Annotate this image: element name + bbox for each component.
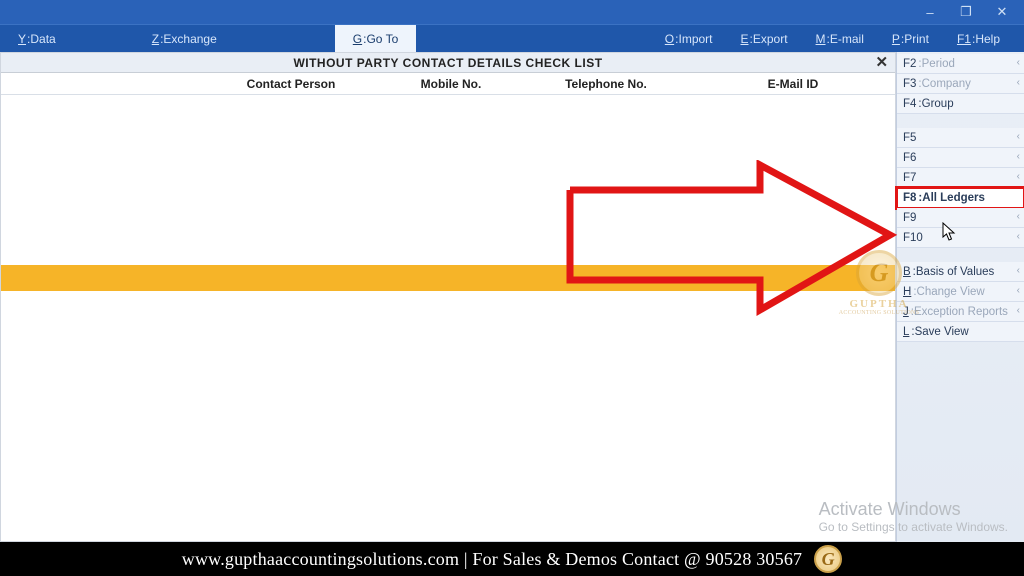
sidebar-label: Exception Reports <box>914 306 1008 318</box>
sidebar-f5[interactable]: F5 ‹ <box>897 128 1024 148</box>
fkey: F7 <box>903 172 916 184</box>
menu-key: M <box>816 32 826 46</box>
menu-import[interactable]: O: Import <box>651 25 727 52</box>
sidebar-label: Save View <box>915 326 969 338</box>
sidebar-exception-reports[interactable]: J: Exception Reports ‹ <box>897 302 1024 322</box>
sidebar-label: Company <box>922 78 971 90</box>
sidebar-save-view[interactable]: L: Save View <box>897 322 1024 342</box>
chevron-left-icon: ‹ <box>1017 57 1020 68</box>
chevron-left-icon: ‹ <box>1017 231 1020 242</box>
sidebar-f10[interactable]: F10 ‹ <box>897 228 1024 248</box>
sidebar-f2-period[interactable]: F2: Period ‹ <box>897 54 1024 74</box>
menu-key: P <box>892 32 900 46</box>
menu-help[interactable]: F1: Help <box>943 25 1014 52</box>
menu-key: Y <box>18 32 26 46</box>
sidebar-label: Period <box>922 58 955 70</box>
fkey: F9 <box>903 212 916 224</box>
report-title-row: WITHOUT PARTY CONTACT DETAILS CHECK LIST… <box>1 53 895 73</box>
sidebar: F2: Period ‹ F3: Company ‹ F4: Group F5 … <box>896 52 1024 542</box>
sidebar-label: Basis of Values <box>916 266 994 278</box>
menu-label: Data <box>30 32 55 46</box>
chevron-left-icon: ‹ <box>1017 171 1020 182</box>
report-title: WITHOUT PARTY CONTACT DETAILS CHECK LIST <box>293 56 602 70</box>
fkey: F10 <box>903 232 923 244</box>
column-email: E-Mail ID <box>691 77 895 94</box>
menu-label: Export <box>753 32 788 46</box>
footer: www.gupthaaccountingsolutions.com | For … <box>0 542 1024 576</box>
sidebar-label: Group <box>922 98 954 110</box>
column-spacer <box>1 77 201 94</box>
table-header: Contact Person Mobile No. Telephone No. … <box>1 73 895 95</box>
menu-label: Import <box>678 32 712 46</box>
menu-print[interactable]: P: Print <box>878 25 943 52</box>
report-close-button[interactable]: ✕ <box>873 53 891 71</box>
fkey: H <box>903 286 911 298</box>
sidebar-f9[interactable]: F9 ‹ <box>897 208 1024 228</box>
column-contact: Contact Person <box>201 77 381 94</box>
column-mobile: Mobile No. <box>381 77 521 94</box>
chevron-left-icon: ‹ <box>1017 131 1020 142</box>
sidebar-f4-group[interactable]: F4: Group <box>897 94 1024 114</box>
menu-key: O <box>665 32 674 46</box>
fkey: F3 <box>903 78 916 90</box>
column-tel: Telephone No. <box>521 77 691 94</box>
fkey: B <box>903 266 911 278</box>
menu-export[interactable]: E: Export <box>727 25 802 52</box>
menubar: Y: Data Z: Exchange G: Go To O: Import E… <box>0 24 1024 52</box>
menu-label: Print <box>904 32 929 46</box>
menu-label: Exchange <box>163 32 216 46</box>
sidebar-basis-of-values[interactable]: B: Basis of Values ‹ <box>897 262 1024 282</box>
fkey: L <box>903 326 909 338</box>
menu-key: G <box>353 32 362 46</box>
footer-logo-icon: G <box>814 545 842 573</box>
menu-data[interactable]: Y: Data <box>0 25 74 52</box>
sidebar-f3-company[interactable]: F3: Company ‹ <box>897 74 1024 94</box>
chevron-left-icon: ‹ <box>1017 77 1020 88</box>
fkey: J <box>903 306 909 318</box>
sidebar-f7[interactable]: F7 ‹ <box>897 168 1024 188</box>
sidebar-change-view[interactable]: H: Change View ‹ <box>897 282 1024 302</box>
menu-key: Z <box>152 32 159 46</box>
row-highlight <box>1 265 895 291</box>
chevron-left-icon: ‹ <box>1017 151 1020 162</box>
menu-goto[interactable]: G: Go To <box>335 25 417 52</box>
sidebar-label: All Ledgers <box>922 192 985 204</box>
window-close-button[interactable]: ✕ <box>984 2 1020 22</box>
menu-label: Help <box>975 32 1000 46</box>
menu-label: E-mail <box>830 32 864 46</box>
report-area: WITHOUT PARTY CONTACT DETAILS CHECK LIST… <box>0 52 896 542</box>
sidebar-f6[interactable]: F6 ‹ <box>897 148 1024 168</box>
chevron-left-icon: ‹ <box>1017 305 1020 316</box>
chevron-left-icon: ‹ <box>1017 285 1020 296</box>
table-body[interactable] <box>1 95 895 541</box>
menu-email[interactable]: M: E-mail <box>802 25 878 52</box>
window-minimize-button[interactable]: – <box>912 2 948 22</box>
chevron-left-icon: ‹ <box>1017 211 1020 222</box>
titlebar: – ❐ ✕ <box>0 0 1024 24</box>
fkey: F6 <box>903 152 916 164</box>
sidebar-label: Change View <box>917 286 985 298</box>
fkey: F2 <box>903 58 916 70</box>
fkey: F8 <box>903 192 916 204</box>
menu-label: Go To <box>366 32 398 46</box>
fkey: F5 <box>903 132 916 144</box>
menu-key: E <box>741 32 749 46</box>
sidebar-f8-all-ledgers[interactable]: F8: All Ledgers <box>897 188 1024 208</box>
footer-text: www.gupthaaccountingsolutions.com | For … <box>182 549 802 570</box>
menu-key: F1 <box>957 32 971 46</box>
fkey: F4 <box>903 98 916 110</box>
window-maximize-button[interactable]: ❐ <box>948 2 984 22</box>
chevron-left-icon: ‹ <box>1017 265 1020 276</box>
menu-exchange[interactable]: Z: Exchange <box>134 25 235 52</box>
